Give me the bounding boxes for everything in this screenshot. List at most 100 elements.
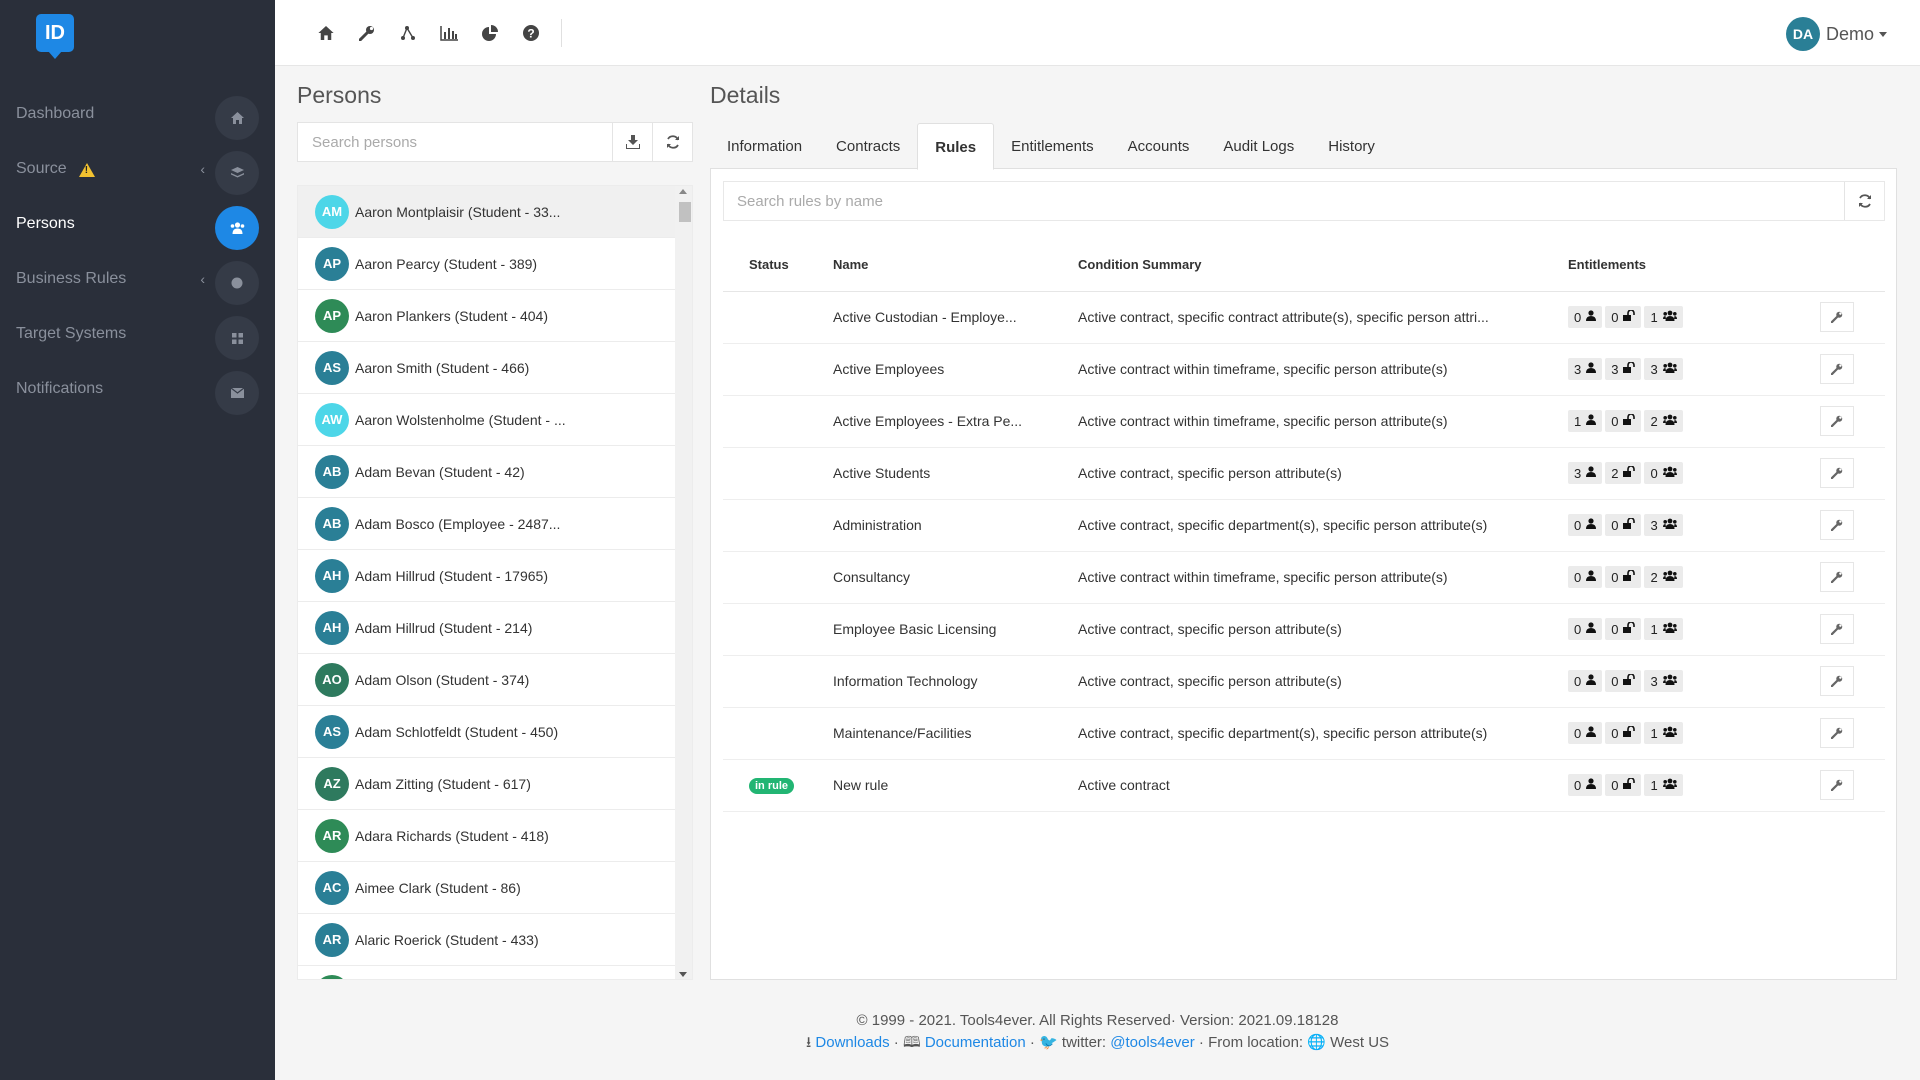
tab-contracts[interactable]: Contracts <box>819 123 917 170</box>
tab-history[interactable]: History <box>1311 123 1392 170</box>
home-icon[interactable] <box>305 16 346 50</box>
diagram-icon[interactable] <box>387 16 428 50</box>
download-button[interactable] <box>612 123 652 161</box>
downloads-link[interactable]: Downloads <box>815 1034 889 1051</box>
users-icon <box>215 206 259 250</box>
avatar: AC <box>315 870 349 905</box>
separator: · <box>1198 1034 1204 1051</box>
person-list-item[interactable]: AP Aaron Plankers (Student - 404) <box>298 290 676 342</box>
edit-rule-button[interactable] <box>1820 718 1854 748</box>
person-list-item[interactable]: AW Aaron Wolstenholme (Student - ... <box>298 394 676 446</box>
rule-row[interactable]: Information Technology Active contract, s… <box>723 655 1885 708</box>
person-list-item[interactable]: AS Adam Schlotfeldt (Student - 450) <box>298 706 676 758</box>
twitter-label: twitter: <box>1061 1034 1107 1051</box>
person-list-item[interactable]: AS Aaron Smith (Student - 466) <box>298 342 676 394</box>
tab-audit-logs[interactable]: Audit Logs <box>1206 123 1311 170</box>
avatar: AR <box>315 922 349 957</box>
person-list-item[interactable]: AR Adara Richards (Student - 418) <box>298 810 676 862</box>
wrench-icon[interactable] <box>346 16 387 50</box>
person-icon <box>1586 726 1597 740</box>
chevron-left-icon: ‹ <box>200 161 205 177</box>
person-list-scrollbar[interactable] <box>675 186 692 979</box>
rule-status <box>723 395 833 448</box>
entitlement-count: 3 <box>1644 670 1683 692</box>
person-list-item[interactable]: AR Alaric Roerick (Student - 433) <box>298 914 676 966</box>
scroll-thumb[interactable] <box>679 202 691 222</box>
refresh-rules-button[interactable] <box>1844 182 1884 220</box>
rule-row[interactable]: Active Custodian - Employe... Active cont… <box>723 291 1885 344</box>
entitlement-count-value: 0 <box>1611 673 1619 689</box>
wrench-icon <box>1831 675 1843 687</box>
refresh-button[interactable] <box>652 123 692 161</box>
persons-search-input[interactable] <box>298 123 612 161</box>
edit-rule-button[interactable] <box>1820 562 1854 592</box>
twitter-link[interactable]: @tools4ever <box>1110 1034 1194 1051</box>
edit-rule-button[interactable] <box>1820 302 1854 332</box>
entitlement-count: 2 <box>1644 566 1683 588</box>
rule-row[interactable]: Consultancy Active contract within timefr… <box>723 551 1885 604</box>
entitlement-count-value: 3 <box>1650 361 1658 377</box>
person-list-item[interactable]: AP Aaron Pearcy (Student - 389) <box>298 238 676 290</box>
wrench-icon <box>1831 623 1843 635</box>
scroll-down-icon[interactable] <box>679 972 687 977</box>
bar-chart-icon[interactable] <box>428 16 469 50</box>
group-icon <box>1662 310 1677 324</box>
rule-entitlements: 3 2 0 <box>1568 447 1820 500</box>
sidebar-item-persons[interactable]: Persons <box>0 196 275 251</box>
person-list-item[interactable]: AB Adam Bosco (Employee - 2487... <box>298 498 676 550</box>
edit-rule-button[interactable] <box>1820 458 1854 488</box>
envelope-icon <box>215 371 259 415</box>
caret-down-icon <box>1879 31 1887 37</box>
wrench-icon <box>1831 571 1843 583</box>
column-header-status: Status <box>723 239 833 292</box>
sidebar-item-notifications[interactable]: Notifications <box>0 361 275 416</box>
documentation-link[interactable]: Documentation <box>925 1034 1026 1051</box>
rule-row[interactable]: in rule New rule Active contract 0 0 1 <box>723 759 1885 812</box>
edit-rule-button[interactable] <box>1820 510 1854 540</box>
person-list-item[interactable]: AO Adam Olson (Student - 374) <box>298 654 676 706</box>
rule-row[interactable]: Active Employees - Extra Pe... Active con… <box>723 395 1885 448</box>
rule-row[interactable]: Active Employees Active contract within t… <box>723 343 1885 396</box>
entitlement-count: 3 <box>1568 462 1603 484</box>
sidebar-item-target-systems[interactable]: Target Systems <box>0 306 275 361</box>
person-list-item[interactable]: AZ Adam Zitting (Student - 617) <box>298 758 676 810</box>
user-menu[interactable]: DA Demo <box>1785 17 1887 51</box>
person-name: Adam Schlotfeldt (Student - 450) <box>355 723 559 740</box>
edit-rule-button[interactable] <box>1820 666 1854 696</box>
person-list-item[interactable]: AB Adam Bevan (Student - 42) <box>298 446 676 498</box>
person-list-item[interactable]: AH Adam Hillrud (Student - 214) <box>298 602 676 654</box>
rule-row[interactable]: Maintenance/Facilities Active contract, s… <box>723 707 1885 760</box>
person-list-item[interactable]: AM Aaron Montplaisir (Student - 33... <box>298 186 676 238</box>
sidebar-item-source[interactable]: Source ‹ <box>0 141 275 196</box>
edit-rule-button[interactable] <box>1820 614 1854 644</box>
person-list-item[interactable] <box>298 966 676 979</box>
person-list-item[interactable]: AH Adam Hillrud (Student - 17965) <box>298 550 676 602</box>
sidebar-item-dashboard[interactable]: Dashboard <box>0 86 275 141</box>
rule-actions <box>1820 551 1885 604</box>
entitlement-count: 1 <box>1644 306 1683 328</box>
tab-entitlements[interactable]: Entitlements <box>994 123 1111 170</box>
app-logo[interactable]: ID <box>36 14 74 59</box>
rule-status <box>723 707 833 760</box>
pie-chart-icon[interactable] <box>469 16 510 50</box>
tab-rules[interactable]: Rules <box>917 123 995 170</box>
scroll-up-icon[interactable] <box>679 189 687 194</box>
rule-row[interactable]: Administration Active contract, specific … <box>723 499 1885 552</box>
sidebar-item-business-rules[interactable]: Business Rules ‹ <box>0 251 275 306</box>
edit-rule-button[interactable] <box>1820 770 1854 800</box>
edit-rule-button[interactable] <box>1820 406 1854 436</box>
rules-search-input[interactable] <box>724 182 1844 220</box>
person-list-item[interactable]: AC Aimee Clark (Student - 86) <box>298 862 676 914</box>
rule-row[interactable]: Employee Basic Licensing Active contract,… <box>723 603 1885 656</box>
rule-condition: Active contract, specific person attribu… <box>1078 655 1568 708</box>
rule-condition: Active contract within timeframe, specif… <box>1078 551 1568 604</box>
rule-actions <box>1820 759 1885 812</box>
tab-accounts[interactable]: Accounts <box>1111 123 1207 170</box>
rule-name: New rule <box>833 759 1078 812</box>
tab-information[interactable]: Information <box>710 123 819 170</box>
separator: · <box>893 1034 899 1051</box>
avatar: AH <box>315 610 349 645</box>
edit-rule-button[interactable] <box>1820 354 1854 384</box>
rule-row[interactable]: Active Students Active contract, specific… <box>723 447 1885 500</box>
help-icon[interactable]: ? <box>510 16 551 50</box>
